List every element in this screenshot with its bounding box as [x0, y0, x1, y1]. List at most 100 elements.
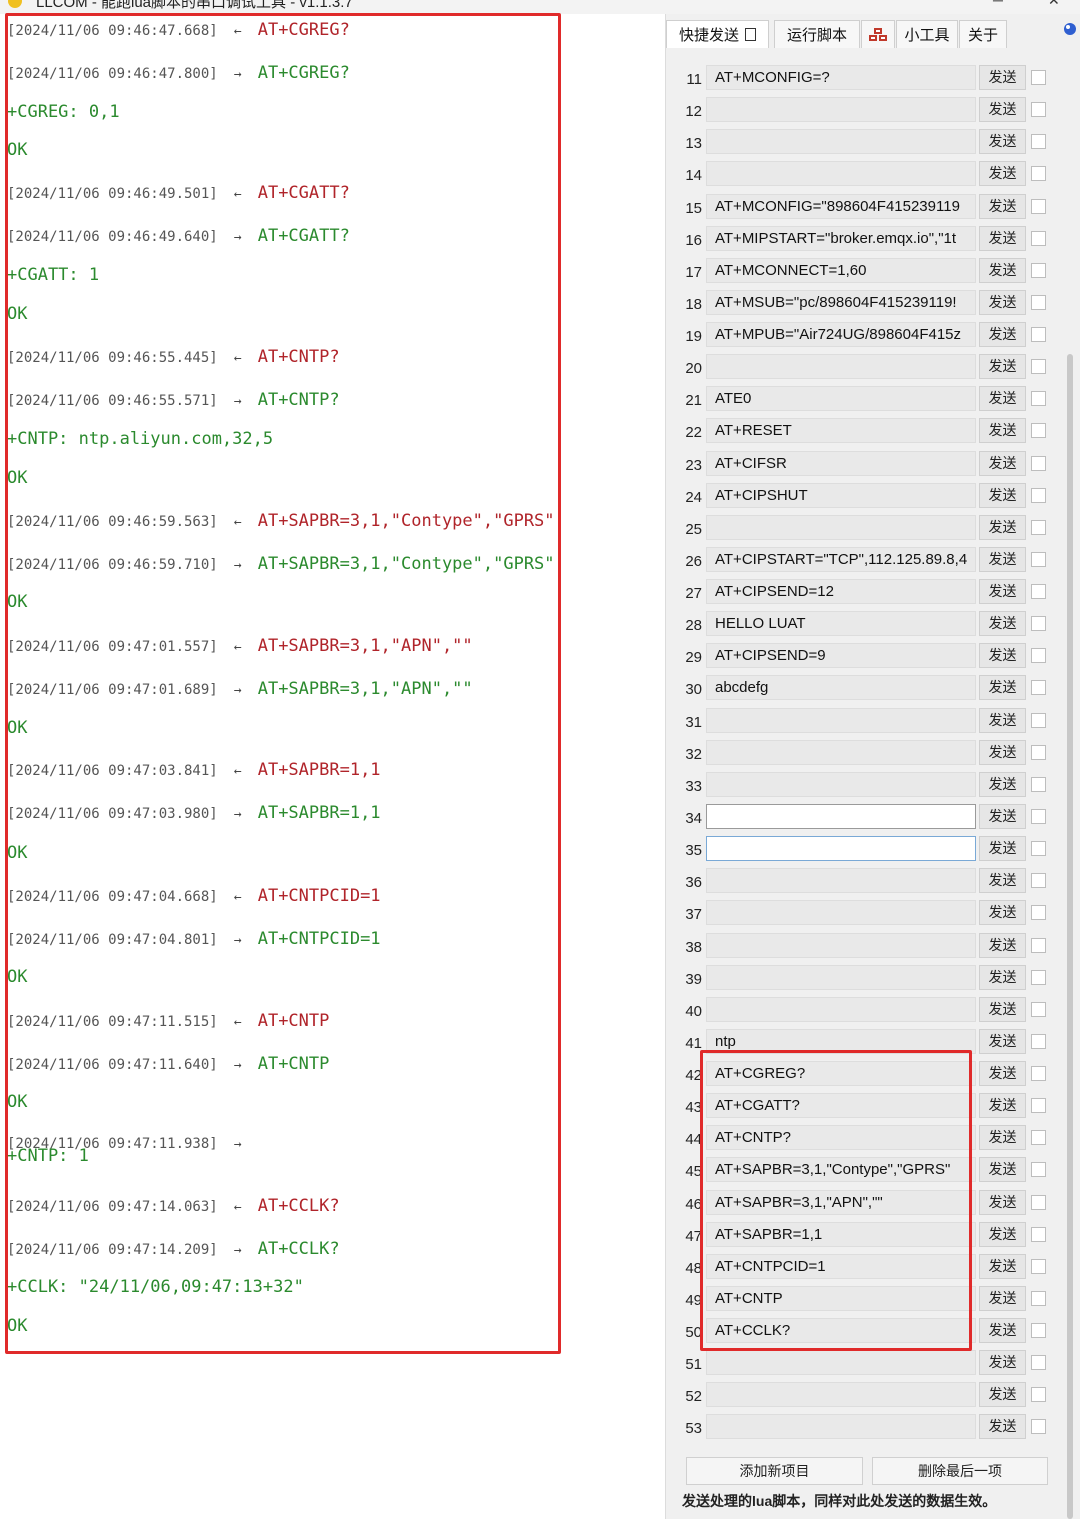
command-input[interactable]: AT+SAPBR=1,1 — [706, 1221, 976, 1247]
send-button[interactable]: 发送 — [979, 611, 1026, 637]
send-button[interactable]: 发送 — [979, 482, 1026, 508]
command-input[interactable] — [706, 900, 976, 926]
help-icon[interactable] — [1063, 22, 1077, 36]
command-input[interactable] — [706, 996, 976, 1022]
send-button[interactable]: 发送 — [979, 739, 1026, 765]
command-input[interactable] — [706, 932, 976, 958]
send-button[interactable]: 发送 — [979, 675, 1026, 701]
command-input[interactable] — [706, 514, 976, 540]
command-input[interactable] — [706, 1382, 976, 1408]
hex-checkbox[interactable] — [1031, 1033, 1046, 1049]
hex-checkbox[interactable] — [1031, 1419, 1046, 1435]
command-input[interactable]: AT+MCONFIG=? — [706, 65, 976, 90]
hex-checkbox[interactable] — [1031, 1194, 1046, 1210]
send-button[interactable]: 发送 — [979, 1157, 1026, 1183]
command-input[interactable]: AT+CCLK? — [706, 1318, 976, 1344]
tab-quick-send[interactable]: 快捷发送 — [666, 20, 769, 48]
command-input[interactable] — [706, 868, 976, 894]
hex-checkbox[interactable] — [1031, 1001, 1046, 1017]
hex-checkbox[interactable] — [1031, 166, 1046, 182]
command-input[interactable] — [706, 771, 976, 797]
send-button[interactable]: 发送 — [979, 129, 1026, 155]
hex-checkbox[interactable] — [1031, 198, 1046, 214]
command-input[interactable]: AT+CIPSEND=12 — [706, 579, 976, 605]
hex-checkbox[interactable] — [1031, 294, 1046, 310]
send-button[interactable]: 发送 — [979, 1382, 1026, 1408]
command-input[interactable] — [706, 161, 976, 187]
hex-checkbox[interactable] — [1031, 969, 1046, 985]
send-button[interactable]: 发送 — [979, 803, 1026, 829]
scrollbar[interactable] — [1067, 354, 1073, 1519]
hex-checkbox[interactable] — [1031, 1258, 1046, 1274]
command-input[interactable]: HELLO LUAT — [706, 611, 976, 637]
tab-plugins[interactable] — [861, 20, 895, 48]
command-input[interactable] — [706, 803, 976, 829]
send-button[interactable]: 发送 — [979, 418, 1026, 444]
send-button[interactable]: 发送 — [979, 1189, 1026, 1215]
command-input[interactable]: AT+CNTP — [706, 1285, 976, 1311]
command-input[interactable] — [706, 964, 976, 990]
hex-checkbox[interactable] — [1031, 1226, 1046, 1242]
command-input[interactable] — [706, 97, 976, 123]
command-input[interactable] — [706, 836, 976, 862]
hex-checkbox[interactable] — [1031, 712, 1046, 728]
send-button[interactable]: 发送 — [979, 354, 1026, 380]
close-button[interactable]: ✕ — [1048, 0, 1060, 9]
command-input[interactable] — [706, 129, 976, 155]
command-input[interactable]: AT+CGREG? — [706, 1061, 976, 1087]
hex-checkbox[interactable] — [1031, 455, 1046, 471]
hex-checkbox[interactable] — [1031, 616, 1046, 632]
hex-checkbox[interactable] — [1031, 937, 1046, 953]
send-button[interactable]: 发送 — [979, 1253, 1026, 1279]
command-input[interactable]: AT+CIPSTART="TCP",112.125.89.8,4 — [706, 546, 976, 572]
send-button[interactable]: 发送 — [979, 289, 1026, 315]
hex-checkbox[interactable] — [1031, 1387, 1046, 1403]
command-input[interactable]: AT+MCONNECT=1,60 — [706, 257, 976, 283]
command-input[interactable]: AT+MSUB="pc/898604F415239119! — [706, 289, 976, 315]
send-button[interactable]: 发送 — [979, 386, 1026, 412]
command-input[interactable]: ntp — [706, 1028, 976, 1054]
hex-checkbox[interactable] — [1031, 327, 1046, 343]
command-input[interactable]: AT+MCONFIG="898604F415239119 — [706, 193, 976, 219]
command-input[interactable]: AT+MPUB="Air724UG/898604F415z — [706, 322, 976, 348]
hex-checkbox[interactable] — [1031, 423, 1046, 439]
hex-checkbox[interactable] — [1031, 1130, 1046, 1146]
command-input[interactable] — [706, 354, 976, 380]
send-button[interactable]: 发送 — [979, 257, 1026, 283]
hex-checkbox[interactable] — [1031, 551, 1046, 567]
hex-checkbox[interactable] — [1031, 776, 1046, 792]
send-button[interactable]: 发送 — [979, 65, 1026, 90]
command-input[interactable] — [706, 739, 976, 765]
command-input[interactable] — [706, 1414, 976, 1440]
send-button[interactable]: 发送 — [979, 546, 1026, 572]
send-button[interactable]: 发送 — [979, 193, 1026, 219]
hex-checkbox[interactable] — [1031, 1162, 1046, 1178]
hex-checkbox[interactable] — [1031, 1355, 1046, 1371]
send-button[interactable]: 发送 — [979, 932, 1026, 958]
command-input[interactable]: AT+SAPBR=3,1,"Contype","GPRS" — [706, 1157, 976, 1183]
serial-log-panel[interactable]: [2024/11/06 09:46:47.668] ← AT+CGREG? [2024… — [0, 14, 662, 1519]
tab-about[interactable]: 关于 — [959, 20, 1007, 48]
command-input[interactable]: AT+CNTP? — [706, 1125, 976, 1151]
send-button[interactable]: 发送 — [979, 643, 1026, 669]
command-input[interactable]: AT+MIPSTART="broker.emqx.io","1t — [706, 225, 976, 251]
hex-checkbox[interactable] — [1031, 841, 1046, 857]
command-input[interactable] — [706, 1350, 976, 1376]
hex-checkbox[interactable] — [1031, 680, 1046, 696]
send-button[interactable]: 发送 — [979, 161, 1026, 187]
add-item-button[interactable]: 添加新项目 — [686, 1457, 863, 1485]
send-button[interactable]: 发送 — [979, 97, 1026, 123]
send-button[interactable]: 发送 — [979, 771, 1026, 797]
command-input[interactable]: AT+RESET — [706, 418, 976, 444]
hex-checkbox[interactable] — [1031, 391, 1046, 407]
hex-checkbox[interactable] — [1031, 1066, 1046, 1082]
send-button[interactable]: 发送 — [979, 579, 1026, 605]
hex-checkbox[interactable] — [1031, 1323, 1046, 1339]
hex-checkbox[interactable] — [1031, 873, 1046, 889]
hex-checkbox[interactable] — [1031, 134, 1046, 150]
command-input[interactable]: ATE0 — [706, 386, 976, 412]
command-input[interactable] — [706, 707, 976, 733]
send-button[interactable]: 发送 — [979, 1350, 1026, 1376]
send-button[interactable]: 发送 — [979, 450, 1026, 476]
command-input[interactable]: AT+SAPBR=3,1,"APN","" — [706, 1189, 976, 1215]
